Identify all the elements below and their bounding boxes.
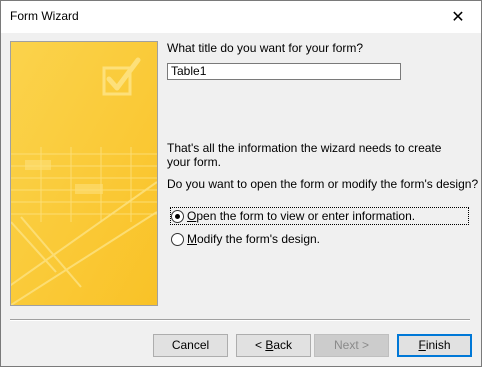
close-button[interactable]: ✕ [435,1,481,32]
open-form-radio[interactable] [171,209,184,223]
modify-design-radio[interactable] [171,232,184,246]
form-title-question: What title do you want for your form? [167,41,364,55]
wizard-art-graphic [11,42,157,305]
back-button[interactable]: < Back [236,334,311,357]
form-title-input[interactable] [167,63,401,80]
finish-button[interactable]: Finish [397,334,472,357]
form-wizard-window: Form Wizard ✕ What title do you want for… [0,0,482,367]
open-form-option[interactable]: Open the form to view or enter informati… [170,207,469,225]
wizard-illustration [10,41,158,306]
wizard-info-text: That's all the information the wizard ne… [167,141,442,169]
title-bar: Form Wizard ✕ [1,1,481,33]
button-separator [10,319,470,321]
window-title: Form Wizard [10,9,79,23]
modify-design-label: Modify the form's design. [187,232,321,246]
radio-selected-dot [175,213,180,219]
next-button[interactable]: Next > [314,334,389,357]
modify-design-option[interactable]: Modify the form's design. [171,232,320,246]
open-or-modify-question: Do you want to open the form or modify t… [167,177,479,191]
open-form-label: Open the form to view or enter informati… [187,209,416,223]
cancel-button[interactable]: Cancel [153,334,228,357]
